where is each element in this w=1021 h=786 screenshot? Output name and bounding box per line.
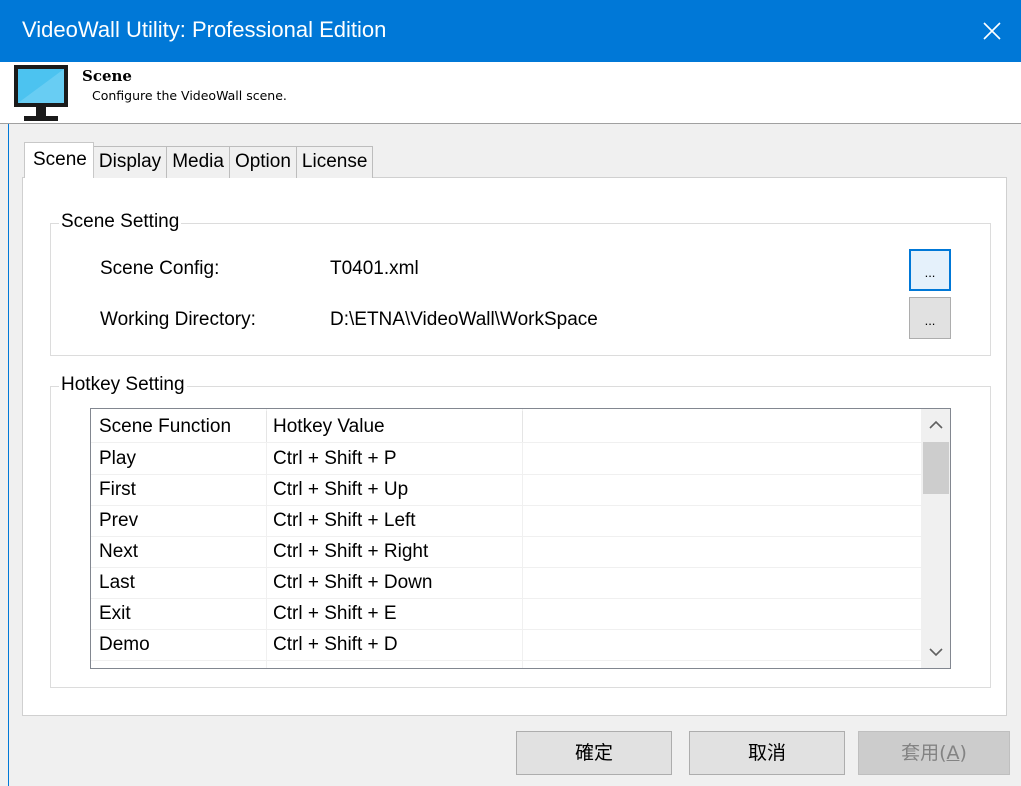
close-button[interactable] <box>963 0 1021 62</box>
header-subtitle: Configure the VideoWall scene. <box>92 88 287 103</box>
hotkey-value-cell: Ctrl + Shift + Up <box>273 479 409 500</box>
list-item[interactable]: Demo Ctrl + Shift + D <box>91 629 921 660</box>
list-item[interactable]: Play Ctrl + Shift + P <box>91 443 921 474</box>
scene-function-cell: Exit <box>99 603 131 624</box>
column-header-scene-function[interactable]: Scene Function <box>99 411 231 442</box>
scroll-down-button[interactable] <box>921 636 950 668</box>
tab-scene[interactable]: Scene <box>24 142 94 178</box>
scene-function-cell: Last <box>99 572 135 593</box>
scene-config-label: Scene Config: <box>100 258 220 279</box>
working-directory-value: D:\ETNA\VideoWall\WorkSpace <box>330 309 598 330</box>
hotkey-value-cell: Ctrl + Shift + P <box>273 448 397 469</box>
scene-config-value: T0401.xml <box>330 258 419 279</box>
working-directory-label: Working Directory: <box>100 309 256 330</box>
tab-display[interactable]: Display <box>92 146 168 178</box>
title-bar: VideoWall Utility: Professional Edition <box>0 0 1021 62</box>
working-directory-browse-button[interactable]: ... <box>909 297 951 339</box>
scene-setting-group: Scene Setting <box>50 209 991 356</box>
cancel-button[interactable]: 取消 <box>689 731 845 775</box>
chevron-up-icon <box>929 420 943 429</box>
apply-label-prefix: 套用( <box>901 742 947 764</box>
tab-option[interactable]: Option <box>228 146 297 178</box>
hotkey-list[interactable]: Scene Function Hotkey Value Play Ctrl + … <box>90 408 951 669</box>
scroll-thumb[interactable] <box>923 442 949 494</box>
list-item[interactable]: Last Ctrl + Shift + Down <box>91 567 921 598</box>
list-header: Scene Function Hotkey Value <box>91 411 921 442</box>
scene-function-cell: Next <box>99 541 139 562</box>
tab-bar: Scene Display Media Option License <box>24 142 374 178</box>
close-icon <box>983 22 1001 40</box>
column-header-hotkey-value[interactable]: Hotkey Value <box>273 411 385 442</box>
hotkey-value-cell: Ctrl + Shift + Down <box>273 572 433 593</box>
tab-license[interactable]: License <box>295 146 374 178</box>
list-item[interactable]: Next Ctrl + Shift + Right <box>91 536 921 567</box>
apply-hotkey-letter: A <box>946 742 960 764</box>
window-edge <box>8 124 9 786</box>
tab-media[interactable]: Media <box>166 146 230 178</box>
scene-config-browse-button[interactable]: ... <box>909 249 951 291</box>
vertical-scrollbar[interactable] <box>921 409 950 668</box>
scene-function-cell: First <box>99 479 136 500</box>
apply-label-suffix: ) <box>959 742 967 764</box>
hotkey-value-cell: Ctrl + Shift + Right <box>273 541 429 562</box>
list-item[interactable]: Prev Ctrl + Shift + Left <box>91 505 921 536</box>
ok-button[interactable]: 確定 <box>516 731 672 775</box>
window-title: VideoWall Utility: Professional Edition <box>22 17 387 42</box>
monitor-icon <box>14 65 68 121</box>
header-title: Scene <box>82 67 132 85</box>
scene-function-cell: Play <box>99 448 136 469</box>
scroll-up-button[interactable] <box>921 409 950 441</box>
list-item[interactable]: First Ctrl + Shift + Up <box>91 474 921 505</box>
scene-function-cell: Demo <box>99 634 150 655</box>
apply-button[interactable]: 套用(A) <box>858 731 1010 775</box>
page-header: Scene Configure the VideoWall scene. <box>0 62 1021 124</box>
chevron-down-icon <box>929 648 943 657</box>
list-item[interactable]: Exit Ctrl + Shift + E <box>91 598 921 629</box>
scene-setting-legend: Scene Setting <box>59 209 182 235</box>
hotkey-value-cell: Ctrl + Shift + D <box>273 634 398 655</box>
hotkey-setting-legend: Hotkey Setting <box>59 372 187 398</box>
hotkey-value-cell: Ctrl + Shift + E <box>273 603 397 624</box>
hotkey-value-cell: Ctrl + Shift + Left <box>273 510 416 531</box>
scene-function-cell: Prev <box>99 510 139 531</box>
